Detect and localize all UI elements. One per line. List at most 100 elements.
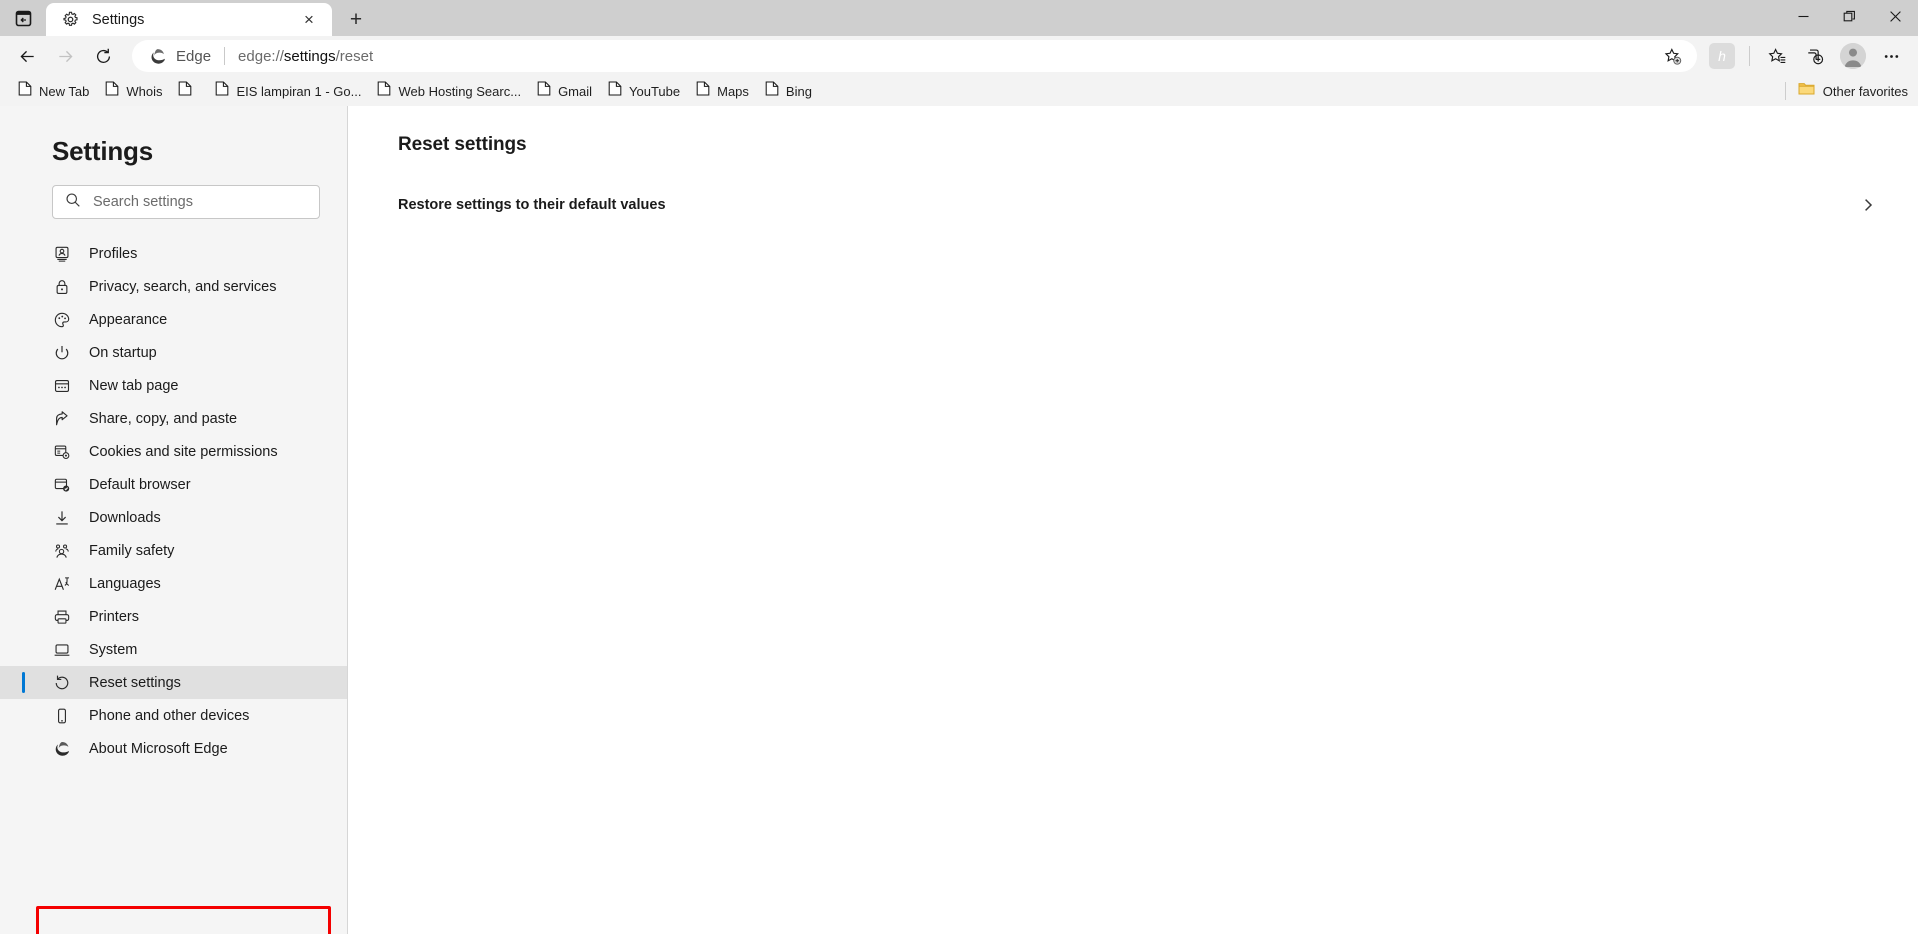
chevron-right-icon[interactable]	[1858, 195, 1878, 215]
sidebar-item-label: On startup	[89, 344, 157, 361]
sidebar-item-family-safety[interactable]: Family safety	[0, 534, 347, 567]
page-icon	[105, 81, 119, 101]
toolbar-divider	[1749, 46, 1750, 66]
sidebar-item-phone-devices[interactable]: Phone and other devices	[0, 699, 347, 732]
bookmark-item[interactable]: Gmail	[529, 78, 600, 104]
profile-avatar-icon[interactable]	[1834, 40, 1872, 72]
add-favorite-star-icon[interactable]	[1653, 40, 1691, 72]
page-icon	[765, 81, 779, 101]
bookmark-item[interactable]: YouTube	[600, 78, 688, 104]
bookmark-label: Whois	[126, 83, 163, 99]
annotation-highlight	[36, 906, 331, 934]
more-settings-icon[interactable]	[1872, 40, 1910, 72]
edge-logo-icon	[52, 739, 71, 758]
tab-strip: Settings × +	[0, 0, 1918, 36]
gear-icon	[60, 10, 80, 30]
bookmark-item[interactable]: New Tab	[10, 78, 97, 104]
palette-icon	[52, 310, 71, 329]
sidebar-item-label: Appearance	[89, 311, 168, 328]
sidebar-item-system[interactable]: System	[0, 633, 347, 666]
bookmark-label: Gmail	[558, 83, 593, 99]
tab-title: Settings	[92, 11, 145, 28]
url-suffix: /reset	[335, 47, 374, 65]
sidebar-item-privacy[interactable]: Privacy, search, and services	[0, 270, 347, 303]
page-icon	[18, 81, 32, 101]
sidebar-item-label: Phone and other devices	[89, 707, 250, 724]
sidebar-item-languages[interactable]: Languages	[0, 567, 347, 600]
favorites-star-icon[interactable]	[1758, 40, 1796, 72]
page-icon	[377, 81, 391, 101]
settings-sidebar: Settings Search settings Profiles Privac…	[0, 106, 348, 934]
cookies-icon	[52, 442, 71, 461]
bookmark-label: YouTube	[629, 83, 681, 99]
url-prefix: edge://	[238, 47, 284, 65]
sidebar-item-label: Default browser	[89, 476, 191, 493]
close-icon[interactable]	[1872, 0, 1918, 32]
reset-icon	[52, 673, 71, 692]
url-emphasis: settings	[283, 47, 336, 65]
sidebar-item-reset-settings[interactable]: Reset settings	[0, 666, 347, 699]
browser-tab[interactable]: Settings ×	[46, 3, 332, 36]
new-tab-button[interactable]: +	[336, 3, 376, 36]
sidebar-item-label: Reset settings	[89, 674, 181, 691]
omnibox-divider	[224, 47, 226, 65]
page-title: Settings	[52, 136, 153, 166]
close-icon[interactable]: ×	[296, 7, 322, 33]
tab-actions-icon[interactable]	[0, 0, 46, 36]
refresh-icon[interactable]	[84, 40, 122, 72]
content-heading: Reset settings	[398, 134, 527, 155]
url-text: edge://settings/reset	[238, 48, 1653, 65]
collections-icon[interactable]	[1796, 40, 1834, 72]
other-favorites-label: Other favorites	[1822, 83, 1908, 99]
sidebar-item-label: Printers	[89, 608, 139, 625]
browser-toolbar: Edge edge://settings/reset h	[0, 36, 1918, 76]
bookmark-item[interactable]	[170, 78, 207, 104]
restore-icon[interactable]	[1826, 0, 1872, 32]
sidebar-item-cookies[interactable]: Cookies and site permissions	[0, 435, 347, 468]
phone-icon	[52, 706, 71, 725]
other-favorites-button[interactable]: Other favorites	[1784, 81, 1908, 101]
search-icon	[65, 192, 81, 213]
new-tab-page-icon	[52, 376, 71, 395]
restore-defaults-row[interactable]: Restore settings to their default values	[398, 184, 1878, 226]
restore-defaults-label: Restore settings to their default values	[398, 197, 666, 213]
languages-icon	[52, 574, 71, 593]
profiles-icon	[52, 244, 71, 263]
bookmark-label: EIS lampiran 1 - Go...	[236, 83, 362, 99]
address-bar[interactable]: Edge edge://settings/reset	[132, 40, 1697, 72]
sidebar-item-appearance[interactable]: Appearance	[0, 303, 347, 336]
sidebar-item-label: Family safety	[89, 542, 175, 559]
sidebar-item-on-startup[interactable]: On startup	[0, 336, 347, 369]
sidebar-item-printers[interactable]: Printers	[0, 600, 347, 633]
minimize-icon[interactable]	[1780, 0, 1826, 32]
bookmark-item[interactable]: Web Hosting Searc...	[369, 78, 529, 104]
sidebar-item-label: Languages	[89, 575, 161, 592]
forward-arrow-icon	[46, 40, 84, 72]
extension-chip-letter: h	[1709, 43, 1735, 69]
omnibox-actions	[1653, 40, 1691, 72]
sidebar-item-profiles[interactable]: Profiles	[0, 237, 347, 270]
sidebar-item-label: Downloads	[89, 509, 161, 526]
back-arrow-icon[interactable]	[8, 40, 46, 72]
sidebar-item-new-tab-page[interactable]: New tab page	[0, 369, 347, 402]
page-icon	[608, 81, 622, 101]
sidebar-item-label: Cookies and site permissions	[89, 443, 278, 460]
sidebar-item-share-copy-paste[interactable]: Share, copy, and paste	[0, 402, 347, 435]
family-icon	[52, 541, 71, 560]
edge-logo-icon: Edge	[148, 47, 211, 66]
bookmark-item[interactable]: Whois	[97, 78, 170, 104]
bookmark-label: Maps	[717, 83, 749, 99]
page-icon	[696, 81, 710, 101]
sidebar-item-default-browser[interactable]: Default browser	[0, 468, 347, 501]
sidebar-item-label: Privacy, search, and services	[89, 278, 277, 295]
sidebar-item-label: System	[89, 641, 138, 658]
search-settings-input[interactable]: Search settings	[52, 185, 320, 219]
bookmark-item[interactable]: Bing	[757, 78, 820, 104]
extension-icon[interactable]: h	[1703, 40, 1741, 72]
settings-content: Reset settings Restore settings to their…	[348, 106, 1918, 934]
sidebar-item-downloads[interactable]: Downloads	[0, 501, 347, 534]
sidebar-item-about-edge[interactable]: About Microsoft Edge	[0, 732, 347, 765]
share-icon	[52, 409, 71, 428]
bookmark-item[interactable]: Maps	[688, 78, 757, 104]
bookmark-item[interactable]: EIS lampiran 1 - Go...	[207, 78, 369, 104]
